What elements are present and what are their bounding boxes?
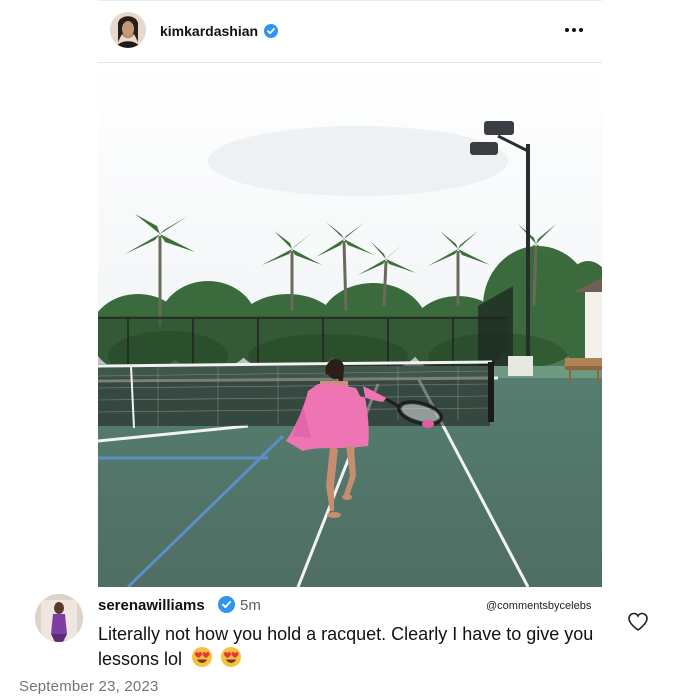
post-username[interactable]: kimkardashian — [160, 23, 258, 39]
commenter-avatar-icon[interactable] — [35, 594, 83, 642]
comment-body: Literally not how you hold a racquet. Cl… — [98, 622, 598, 674]
watermark-text: @commentsbycelebs — [486, 600, 592, 612]
commenter-username[interactable]: serenawilliams — [98, 597, 205, 614]
emoji-group — [191, 646, 244, 674]
post-header: kimkardashian — [98, 0, 602, 63]
more-options-icon[interactable] — [562, 18, 586, 42]
post-date: September 23, 2023 — [19, 678, 159, 695]
verified-badge-icon — [264, 24, 278, 43]
heart-eyes-emoji-icon — [220, 646, 242, 674]
profile-avatar-icon[interactable] — [110, 12, 146, 48]
heart-outline-icon[interactable] — [627, 612, 649, 632]
tennis-court-photo — [98, 66, 602, 587]
heart-eyes-emoji-icon — [191, 646, 213, 674]
comment-timestamp: 5m — [240, 597, 261, 614]
verified-badge-icon — [218, 596, 235, 618]
comment-text: Literally not how you hold a racquet. Cl… — [98, 624, 594, 669]
